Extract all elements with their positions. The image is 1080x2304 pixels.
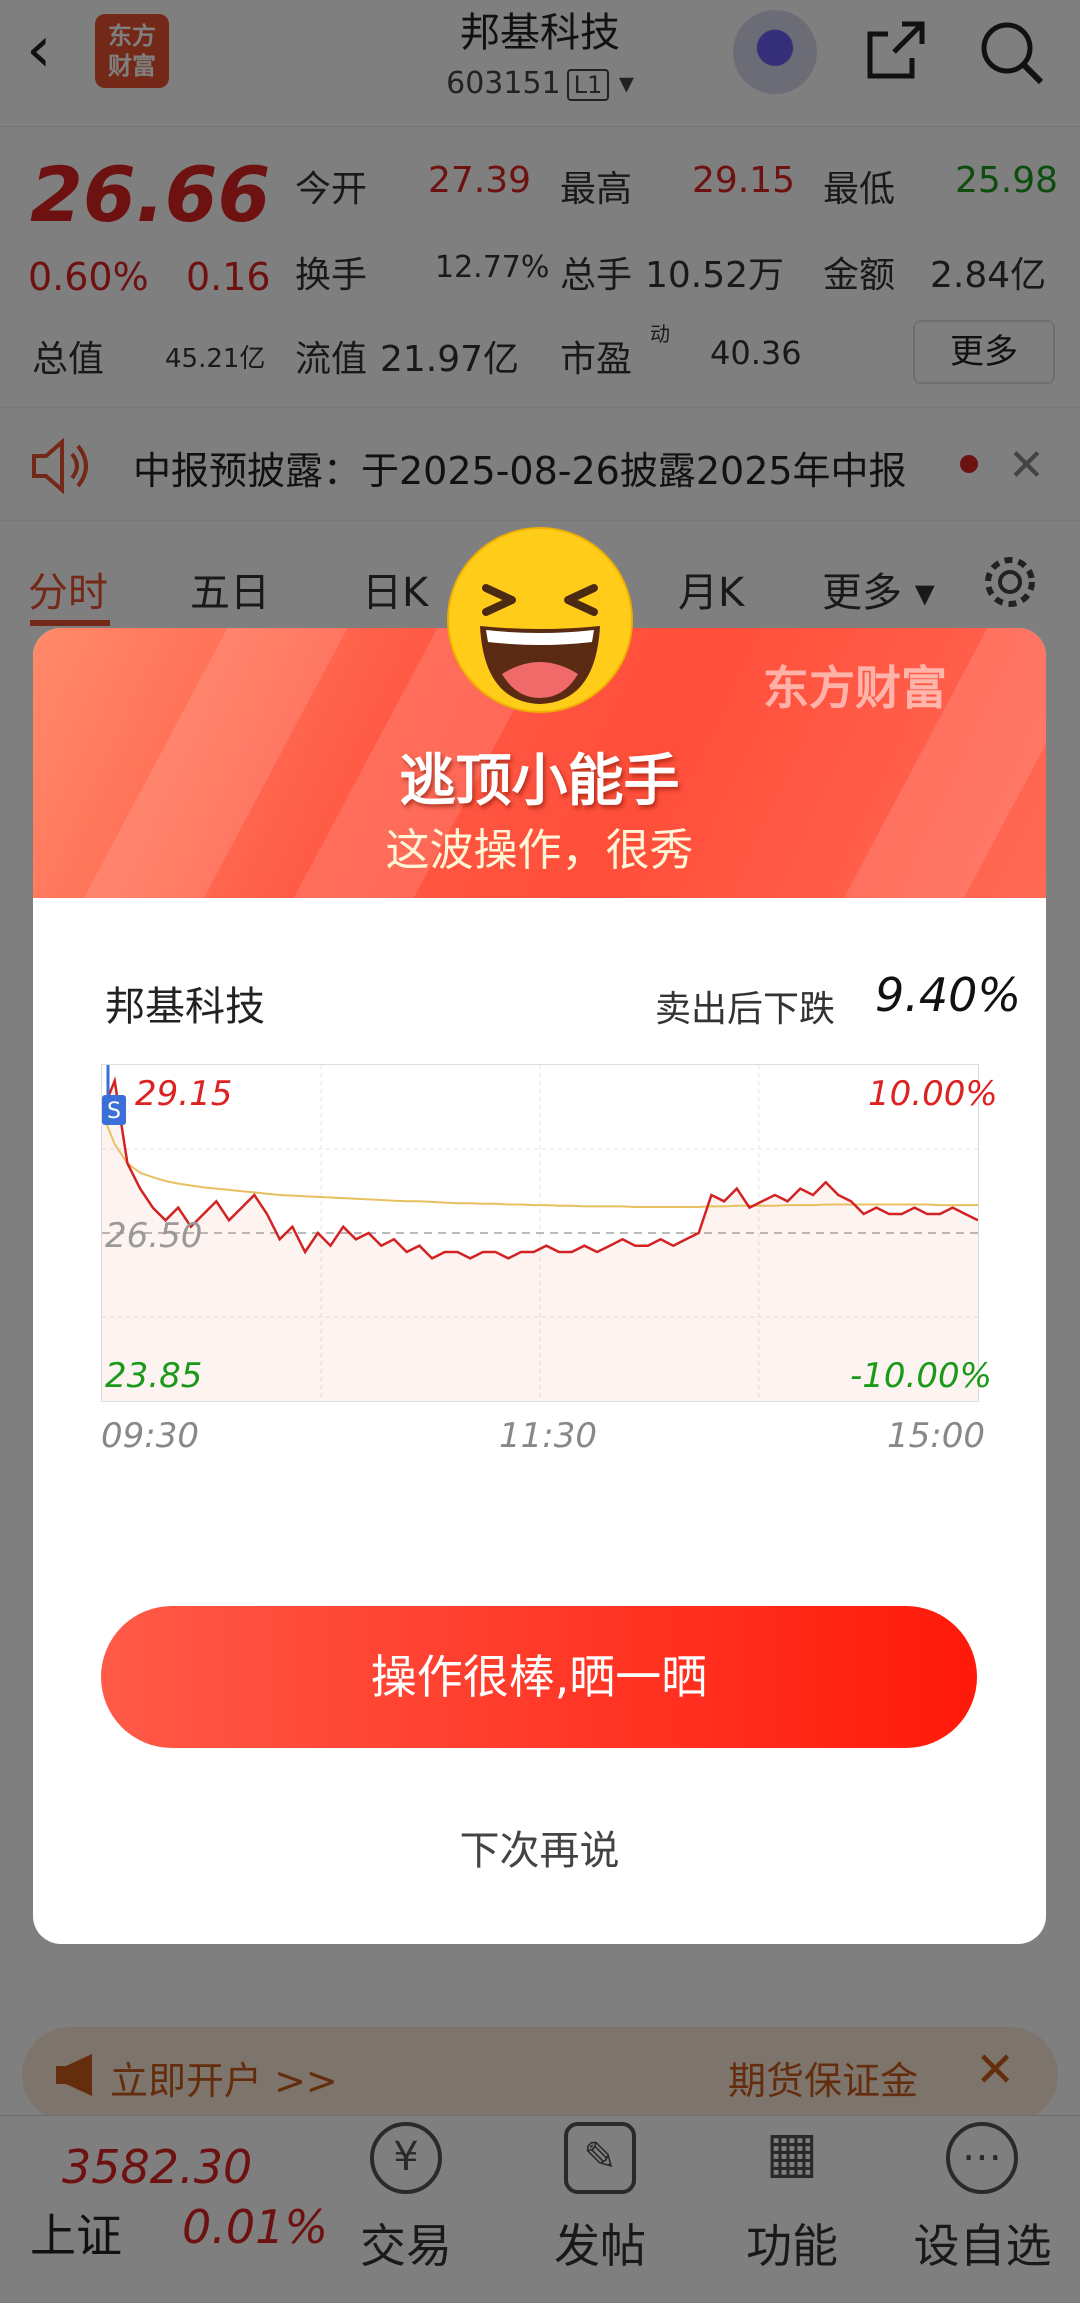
intraday-chart: S [100,1064,979,1402]
average-price-line [101,1112,978,1208]
share-button[interactable]: 操作很棒,晒一晒 [101,1606,977,1748]
sell-marker-label: S [107,1099,121,1124]
laughing-emoji-icon [447,527,633,713]
y-max-label: 29.15 [135,1074,233,1114]
modal-title: 逃顶小能手 [399,749,680,814]
brand-watermark: 东方财富 [763,661,947,715]
pct-min-label: -10.00% [850,1356,992,1396]
achievement-modal: 东方财富 逃顶小能手 这波操作，很秀 邦基科技 卖出后下跌 9.40% S 29… [33,628,1046,1944]
y-mid-label: 26.50 [105,1216,203,1256]
time-label-open: 09:30 [101,1416,199,1456]
time-label-noon: 11:30 [499,1416,597,1456]
drop-after-sell-label: 卖出后下跌 [655,989,836,1030]
pct-max-label: 10.00% [868,1074,998,1114]
time-label-close: 15:00 [887,1416,985,1456]
drop-after-sell-value: 9.40% [875,968,1022,1022]
modal-subtitle: 这波操作，很秀 [385,825,694,876]
maybe-later-link[interactable]: 下次再说 [33,1818,1046,1876]
modal-stock-name: 邦基科技 [105,984,265,1030]
y-min-label: 23.85 [105,1356,203,1396]
intraday-chart-svg: S [100,1065,979,1401]
price-area [102,1080,978,1401]
